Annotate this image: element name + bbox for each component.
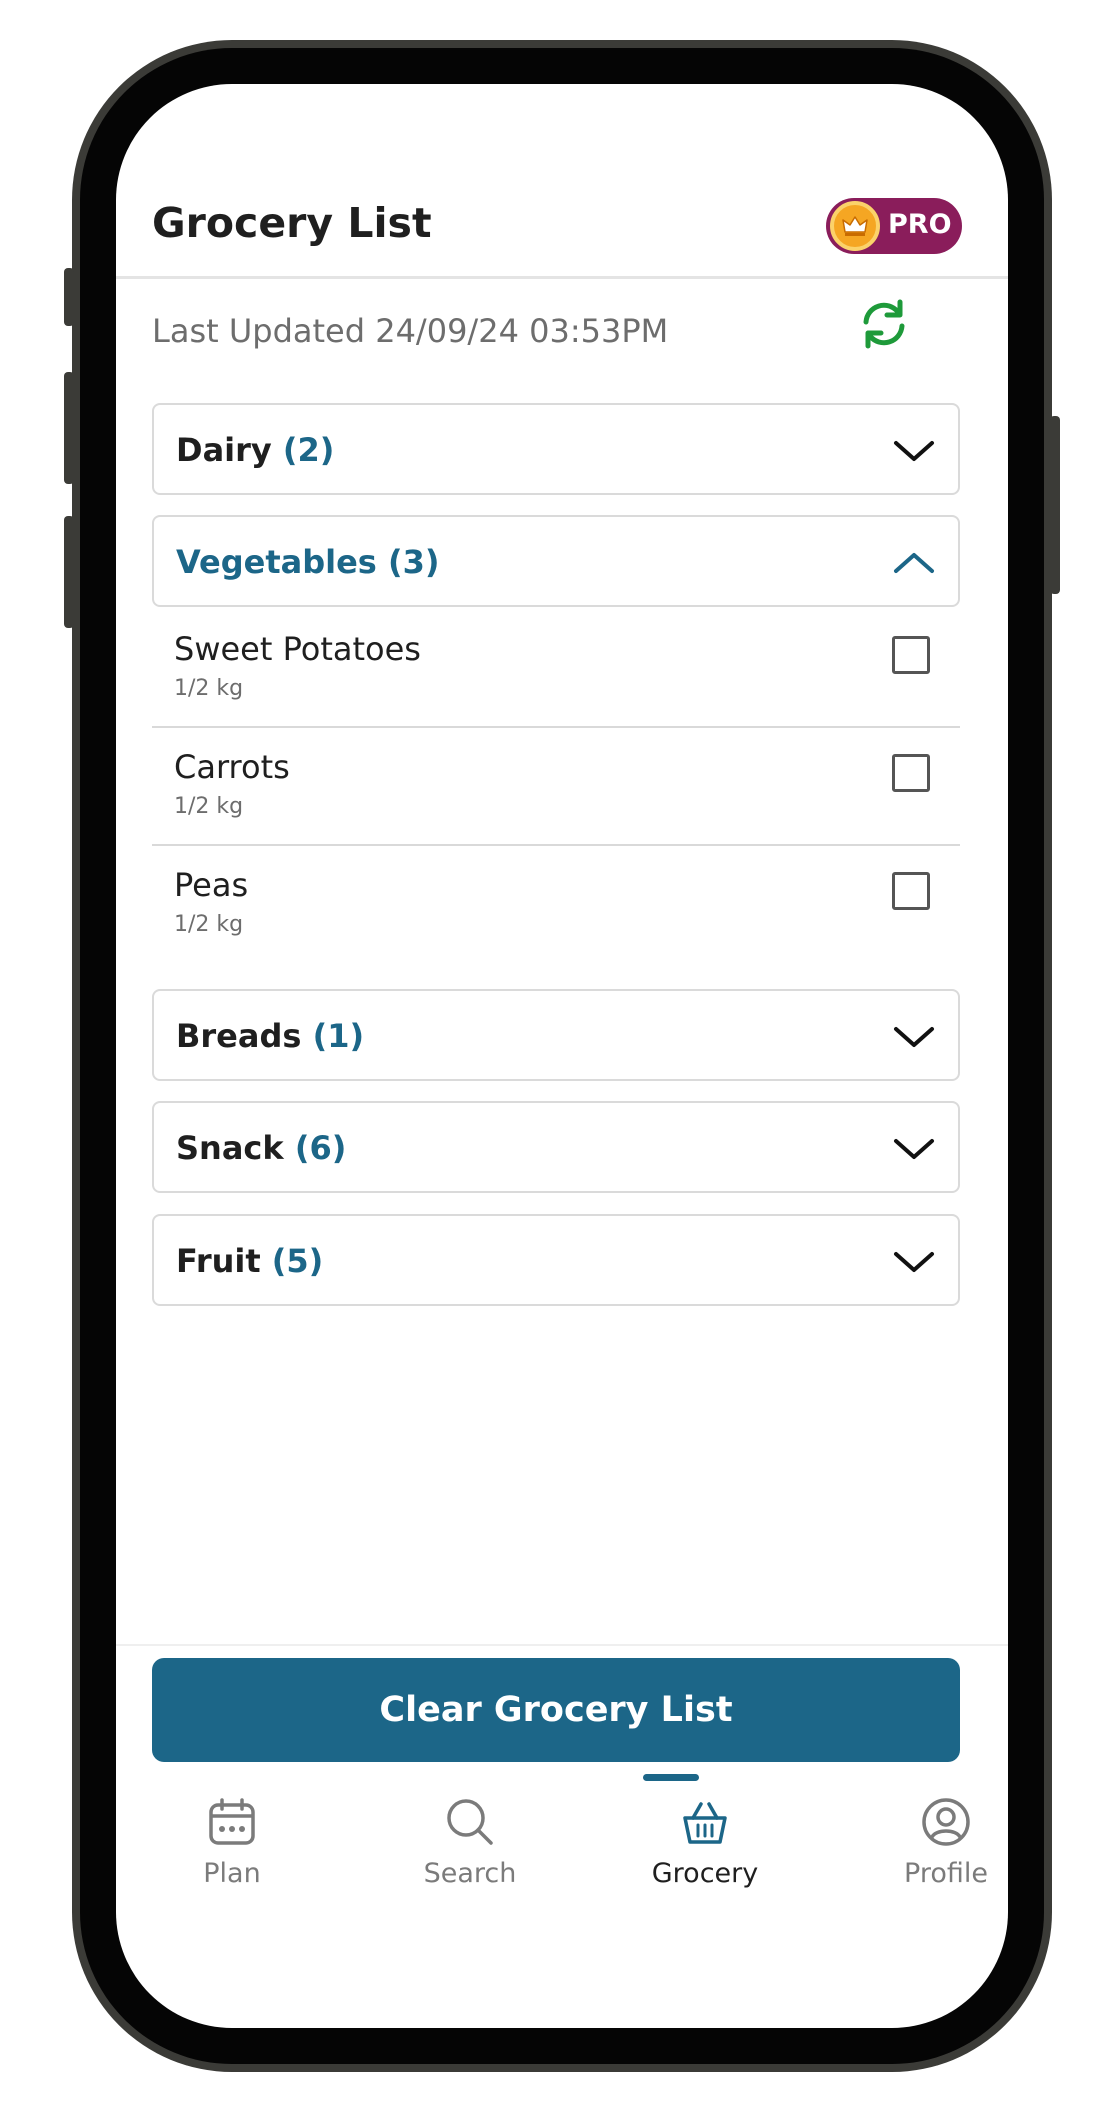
chevron-down-icon (894, 1139, 934, 1159)
action-button (64, 268, 74, 326)
nav-item-grocery[interactable]: Grocery (625, 1786, 785, 1896)
page-title: Grocery List (152, 199, 432, 247)
item-name: Carrots (174, 748, 290, 786)
last-updated-text: Last Updated 24/09/24 03:53PM (152, 312, 669, 350)
nav-item-profile[interactable]: Profile (866, 1786, 1008, 1896)
category-count: (6) (294, 1129, 347, 1167)
category-name: Fruit (176, 1242, 261, 1280)
item-name: Peas (174, 866, 249, 904)
item-checkbox[interactable] (892, 636, 930, 674)
volume-up-button (64, 372, 74, 484)
pro-badge[interactable]: PRO (826, 198, 962, 254)
grocery-item: Sweet Potatoes 1/2 kg (152, 610, 960, 728)
phone-frame: Grocery List PRO Last Updated 24/09/24 0… (64, 40, 1060, 2072)
category-vegetables[interactable]: Vegetables (3) (152, 515, 960, 607)
crown-icon (830, 201, 880, 251)
category-name: Breads (176, 1017, 302, 1055)
category-fruit[interactable]: Fruit (5) (152, 1214, 960, 1306)
bottom-divider (116, 1644, 1008, 1646)
active-tab-indicator (643, 1774, 699, 1781)
nav-label: Search (423, 1858, 517, 1889)
calendar-icon (209, 1798, 255, 1845)
category-label: Breads (1) (176, 1017, 364, 1055)
item-checkbox[interactable] (892, 872, 930, 910)
category-snack[interactable]: Snack (6) (152, 1101, 960, 1193)
category-count: (2) (282, 431, 335, 469)
refresh-icon[interactable] (856, 296, 912, 352)
volume-down-button (64, 516, 74, 628)
item-quantity: 1/2 kg (174, 676, 244, 701)
nav-item-search[interactable]: Search (390, 1786, 550, 1896)
grocery-item: Peas 1/2 kg (152, 846, 960, 964)
category-count: (5) (271, 1242, 324, 1280)
search-icon (447, 1799, 493, 1845)
nav-item-plan[interactable]: Plan (152, 1786, 312, 1896)
basket-icon (683, 1802, 727, 1844)
category-name: Dairy (176, 431, 272, 469)
category-breads[interactable]: Breads (1) (152, 989, 960, 1081)
chevron-up-icon (894, 553, 934, 573)
app-screen: Grocery List PRO Last Updated 24/09/24 0… (116, 84, 1008, 2028)
grocery-item: Carrots 1/2 kg (152, 728, 960, 846)
category-name: Snack (176, 1129, 284, 1167)
item-quantity: 1/2 kg (174, 794, 244, 819)
category-label: Dairy (2) (176, 431, 334, 469)
chevron-down-icon (894, 441, 934, 461)
category-name: Vegetables (176, 543, 377, 581)
power-button (1050, 416, 1060, 594)
category-dairy[interactable]: Dairy (2) (152, 403, 960, 495)
item-checkbox[interactable] (892, 754, 930, 792)
chevron-down-icon (894, 1252, 934, 1272)
nav-label: Grocery (651, 1858, 759, 1889)
category-label: Fruit (5) (176, 1242, 323, 1280)
item-quantity: 1/2 kg (174, 912, 244, 937)
clear-grocery-list-button[interactable]: Clear Grocery List (152, 1658, 960, 1762)
pro-label: PRO (888, 209, 952, 240)
category-label: Vegetables (3) (176, 543, 440, 581)
app-header: Grocery List PRO (116, 84, 1008, 279)
profile-icon (922, 1798, 970, 1846)
category-label: Snack (6) (176, 1129, 346, 1167)
category-count: (1) (312, 1017, 365, 1055)
nav-label: Profile (904, 1858, 988, 1889)
item-name: Sweet Potatoes (174, 630, 421, 668)
category-count: (3) (387, 543, 440, 581)
nav-label: Plan (203, 1858, 261, 1889)
chevron-down-icon (894, 1027, 934, 1047)
